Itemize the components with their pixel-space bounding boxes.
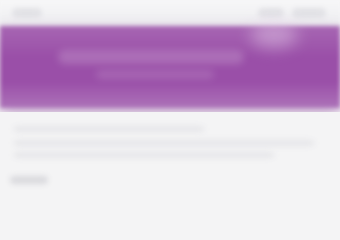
banner-highlight: [250, 22, 298, 48]
nav-item-placeholder[interactable]: [292, 8, 326, 18]
content-text-line: [14, 126, 204, 132]
footer-label[interactable]: [10, 176, 48, 184]
nav-logo-placeholder[interactable]: [12, 8, 42, 18]
page: [0, 0, 340, 200]
banner-subheading: [96, 70, 214, 79]
content-text-line: [14, 152, 274, 158]
content-text-line: [14, 140, 314, 146]
banner-heading: [58, 50, 244, 64]
nav-item-placeholder[interactable]: [258, 8, 284, 18]
